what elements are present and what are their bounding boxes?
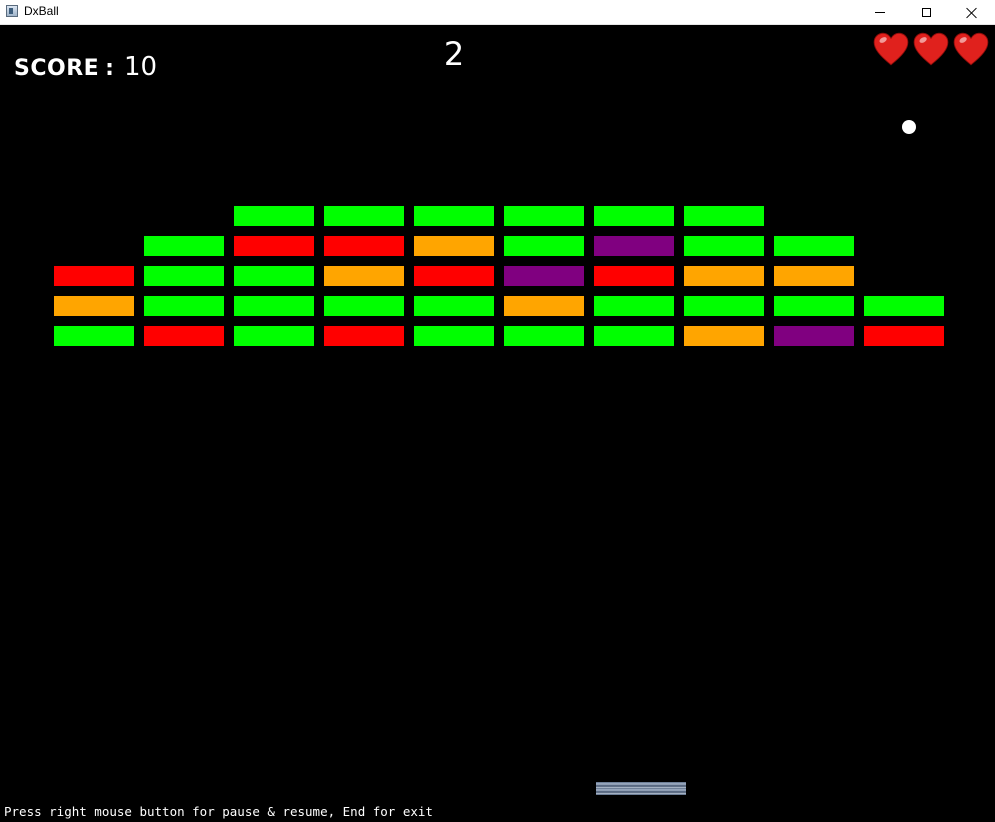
minimize-button[interactable] — [857, 0, 903, 25]
brick-green — [324, 206, 404, 226]
score-value: 10 — [123, 52, 158, 82]
brick-green — [684, 206, 764, 226]
score-separator: : — [105, 56, 114, 81]
brick-purple — [774, 326, 854, 346]
brick-green — [684, 236, 764, 256]
brick-green — [774, 236, 854, 256]
brick-red — [864, 326, 944, 346]
window-titlebar: DxBall — [0, 0, 995, 25]
brick-green — [594, 206, 674, 226]
brick-orange — [684, 266, 764, 286]
app-window-icon — [6, 5, 18, 17]
controls-hint: Press right mouse button for pause & res… — [4, 804, 433, 819]
brick-purple — [594, 236, 674, 256]
ball — [902, 120, 916, 134]
game-canvas[interactable]: SCORE : 10 2 Press right mouse button fo… — [0, 25, 995, 822]
close-button[interactable] — [949, 0, 995, 25]
brick-green — [234, 326, 314, 346]
brick-green — [324, 296, 404, 316]
heart-icon — [953, 32, 989, 66]
level-indicator: 2 — [443, 35, 465, 73]
brick-red — [324, 236, 404, 256]
maximize-icon — [921, 8, 931, 17]
heart-icon — [873, 32, 909, 66]
brick-green — [504, 236, 584, 256]
brick-green — [234, 206, 314, 226]
close-icon — [966, 7, 978, 19]
brick-orange — [684, 326, 764, 346]
brick-green — [504, 206, 584, 226]
brick-green — [414, 206, 494, 226]
brick-green — [144, 236, 224, 256]
brick-orange — [774, 266, 854, 286]
brick-red — [414, 266, 494, 286]
heart-icon — [913, 32, 949, 66]
paddle[interactable] — [596, 782, 686, 795]
brick-green — [864, 296, 944, 316]
brick-purple — [504, 266, 584, 286]
brick-green — [594, 296, 674, 316]
brick-red — [144, 326, 224, 346]
brick-green — [414, 326, 494, 346]
brick-red — [54, 266, 134, 286]
brick-orange — [414, 236, 494, 256]
brick-green — [144, 296, 224, 316]
brick-green — [774, 296, 854, 316]
minimize-icon — [875, 12, 885, 13]
brick-green — [54, 326, 134, 346]
brick-green — [414, 296, 494, 316]
brick-green — [594, 326, 674, 346]
brick-orange — [504, 296, 584, 316]
score-display: SCORE : 10 — [14, 52, 157, 82]
maximize-button[interactable] — [903, 0, 949, 25]
brick-red — [234, 236, 314, 256]
brick-green — [684, 296, 764, 316]
score-label: SCORE — [14, 56, 100, 81]
brick-green — [234, 266, 314, 286]
brick-green — [234, 296, 314, 316]
window-title: DxBall — [24, 4, 59, 18]
brick-red — [594, 266, 674, 286]
brick-orange — [54, 296, 134, 316]
brick-orange — [324, 266, 404, 286]
brick-red — [324, 326, 404, 346]
brick-green — [504, 326, 584, 346]
brick-green — [144, 266, 224, 286]
